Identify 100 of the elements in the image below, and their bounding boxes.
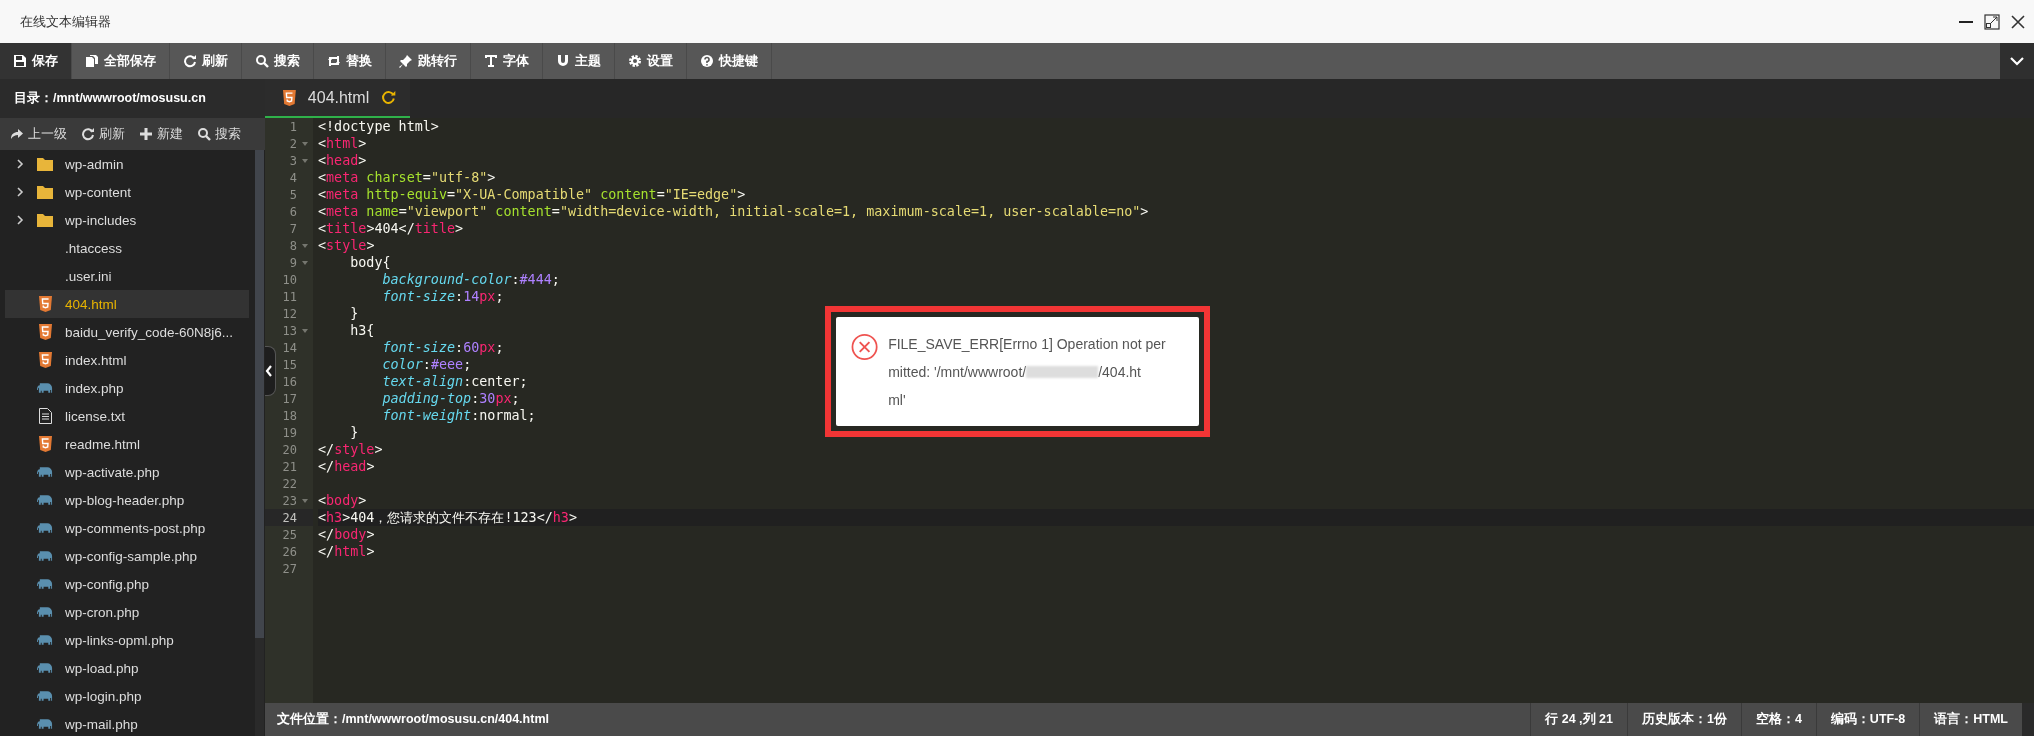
chevron-right-icon[interactable] — [15, 159, 25, 169]
file-name[interactable]: license.txt — [65, 408, 126, 424]
search-icon — [197, 127, 211, 141]
chevron-right-icon[interactable] — [15, 187, 25, 197]
code-line: <!doctype html> — [318, 119, 439, 134]
line-number: 20 — [282, 442, 297, 457]
file-name[interactable]: wp-config-sample.php — [65, 548, 198, 564]
file-name[interactable]: wp-content — [65, 184, 132, 200]
refresh-icon[interactable] — [381, 90, 396, 105]
close-icon[interactable] — [2010, 13, 2026, 30]
error-message: /404.ht — [1098, 363, 1141, 382]
html5-icon — [283, 89, 296, 106]
save-icon — [13, 54, 27, 68]
code-line: color:#eee; — [381, 357, 472, 372]
line-number: 15 — [282, 357, 297, 372]
code-line: </body> — [318, 527, 375, 542]
line-number: 24 — [282, 510, 297, 525]
file-name[interactable]: .user.ini — [65, 268, 112, 284]
file-row-highlight[interactable]: 404.html — [5, 290, 249, 318]
line-number: 11 — [282, 289, 297, 304]
line-number: 12 — [282, 306, 297, 321]
fold-arrow-icon[interactable] — [302, 158, 308, 163]
line-number: 18 — [282, 408, 297, 423]
error-message: ml' — [888, 391, 906, 410]
line-number: 17 — [282, 391, 297, 406]
sidebar-action[interactable]: 刷新 — [81, 125, 125, 143]
chevron-right-icon[interactable] — [15, 215, 25, 225]
code-line: <meta charset="utf-8"> — [318, 170, 496, 185]
collapse-sidebar-button[interactable] — [265, 346, 276, 396]
line-number: 14 — [282, 340, 297, 355]
line-number: 6 — [289, 204, 297, 219]
fold-arrow-icon[interactable] — [302, 243, 308, 248]
fold-arrow-icon[interactable] — [302, 141, 308, 146]
file-name[interactable]: wp-login.php — [65, 688, 142, 704]
sidebar-action[interactable]: 上一级 — [10, 125, 67, 143]
file-location: 文件位置：/mnt/wwwroot/mosusu.cn/404.html — [276, 711, 550, 728]
plus-icon — [139, 127, 153, 141]
file-name[interactable]: wp-activate.php — [65, 464, 160, 480]
code-line: font-weight:normal; — [381, 408, 536, 423]
line-number: 27 — [282, 561, 297, 576]
swap-icon — [327, 54, 341, 68]
fold-arrow-icon[interactable] — [302, 260, 308, 265]
file-name[interactable]: wp-blog-header.php — [65, 492, 185, 508]
refresh-icon — [183, 54, 197, 68]
code-line: } — [349, 425, 359, 440]
file-tab[interactable]: 404.html — [265, 79, 410, 118]
line-number: 8 — [289, 238, 297, 253]
file-name[interactable]: wp-admin — [65, 156, 124, 172]
file-name[interactable]: wp-cron.php — [65, 604, 140, 620]
file-name[interactable]: index.php — [65, 380, 124, 396]
code-line: </head> — [318, 459, 375, 474]
status-item: 编码：UTF-8 — [1815, 703, 1920, 736]
elephant-icon — [37, 382, 53, 394]
elephant-icon — [37, 690, 53, 702]
text-icon — [484, 54, 498, 68]
fold-arrow-icon[interactable] — [302, 328, 308, 333]
copy-icon — [85, 54, 99, 68]
refresh-icon — [81, 127, 95, 141]
file-name[interactable]: index.html — [65, 352, 127, 368]
fold-arrow-icon[interactable] — [302, 498, 308, 503]
file-name[interactable]: 404.html — [65, 296, 117, 312]
dropdown-button[interactable] — [2000, 43, 2034, 79]
toolbar-button[interactable]: 保存 — [0, 43, 72, 79]
elephant-icon — [37, 466, 53, 478]
error-message: FILE_SAVE_ERR[Errno 1] Operation not per — [888, 335, 1166, 354]
line-number: 19 — [282, 425, 297, 440]
error-icon — [851, 333, 879, 361]
elephant-icon — [37, 634, 53, 646]
line-number: 4 — [289, 170, 297, 185]
file-name[interactable]: wp-config.php — [65, 576, 150, 592]
code-line: </html> — [318, 544, 375, 559]
elephant-icon — [37, 578, 53, 590]
file-name[interactable]: .htaccess — [65, 240, 123, 256]
code-line: <title>404</title> — [318, 221, 464, 236]
forward-arrow-icon — [10, 127, 24, 141]
directory-path: 目录：/mnt/wwwroot/mosusu.cn — [0, 79, 265, 118]
code-line: <meta name="viewport" content="width=device-width, initial-scale=1, maximum-scale=1, user-scalable=no"> — [318, 204, 1149, 219]
file-name[interactable]: wp-links-opml.php — [65, 632, 174, 648]
status-item: 历史版本：1份 — [1626, 703, 1741, 736]
sidebar-action[interactable]: 新建 — [139, 125, 183, 143]
file-name[interactable]: wp-comments-post.php — [65, 520, 206, 536]
file-name[interactable]: wp-includes — [65, 212, 137, 228]
file-name[interactable]: wp-mail.php — [65, 716, 138, 732]
line-number: 16 — [282, 374, 297, 389]
magnet-icon — [556, 54, 570, 68]
document-icon — [38, 408, 52, 424]
code-line: <h3>404，您请求的文件不存在!123</h3> — [318, 510, 577, 525]
status-item: 行 24 ,列 21 — [1530, 703, 1627, 736]
code-line: font-size:60px; — [381, 340, 504, 355]
sidebar-action[interactable]: 搜索 — [197, 125, 241, 143]
search-icon — [255, 54, 269, 68]
line-number: 13 — [282, 323, 297, 338]
folder-icon — [37, 213, 53, 227]
file-name[interactable]: wp-load.php — [65, 660, 139, 676]
file-name[interactable]: baidu_verify_code-60N8j6... — [65, 324, 234, 340]
html5-icon — [38, 352, 52, 368]
scrollbar-thumb[interactable] — [255, 150, 264, 638]
file-name[interactable]: readme.html — [65, 436, 141, 452]
maximize-icon[interactable] — [1984, 13, 2000, 30]
code-line: <style> — [318, 238, 375, 253]
